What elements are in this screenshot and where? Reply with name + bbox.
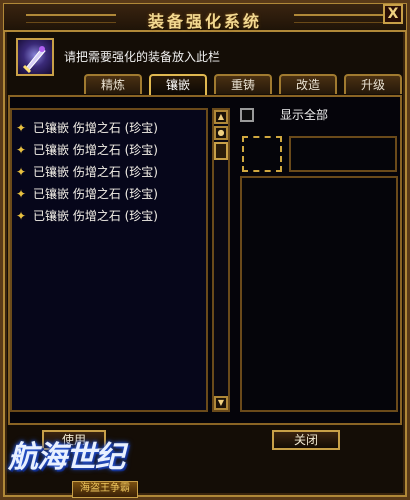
tab-upgrade[interactable]: 升级 xyxy=(344,74,402,94)
gem-name-field xyxy=(289,136,397,172)
list-item-label: 已镶嵌 伤增之石 (珍宝) xyxy=(33,121,158,135)
game-logo-subtitle: 海盗王争霸 xyxy=(72,481,138,498)
tab-refine[interactable]: 精炼 xyxy=(84,74,142,94)
list-item[interactable]: ✦ 已镶嵌 伤增之石 (珍宝) xyxy=(16,206,158,226)
tab-recast[interactable]: 重铸 xyxy=(214,74,272,94)
scroll-top-icon[interactable]: ● xyxy=(214,126,228,140)
gem-info-box xyxy=(240,176,398,412)
window-title: 装备强化系统 xyxy=(147,12,262,31)
close-button[interactable]: 关闭 xyxy=(272,430,340,450)
show-all-label: 显示全部 xyxy=(280,108,329,122)
title-bar[interactable]: 装备强化系统 xyxy=(4,4,406,32)
socket-list[interactable]: ✦ 已镶嵌 伤增之石 (珍宝) ✦ 已镶嵌 伤增之石 (珍宝) ✦ 已镶嵌 伤增之石 … xyxy=(10,108,208,412)
game-logo: 航海世纪 xyxy=(8,440,125,475)
scroll-down-icon[interactable]: ▼ xyxy=(214,396,228,410)
list-item-label: 已镶嵌 伤增之石 (珍宝) xyxy=(33,187,158,201)
equipment-slot[interactable] xyxy=(16,38,54,76)
list-item[interactable]: ✦ 已镶嵌 伤增之石 (珍宝) xyxy=(16,140,158,160)
tab-inlay[interactable]: 镶嵌 xyxy=(149,74,207,96)
list-item[interactable]: ✦ 已镶嵌 伤增之石 (珍宝) xyxy=(16,118,158,138)
gem-icon: ✦ xyxy=(16,187,27,201)
gem-sword-icon xyxy=(22,46,46,74)
gem-icon: ✦ xyxy=(16,143,27,157)
show-all-checkbox[interactable] xyxy=(240,108,254,122)
list-item-label: 已镶嵌 伤增之石 (珍宝) xyxy=(33,209,158,223)
list-item-label: 已镶嵌 伤增之石 (珍宝) xyxy=(33,143,158,157)
scroll-up-icon[interactable]: ▲ xyxy=(214,110,228,124)
gem-icon: ✦ xyxy=(16,165,27,179)
gem-icon: ✦ xyxy=(16,121,27,135)
equipment-prompt: 请把需要强化的装备放入此栏 xyxy=(64,50,221,64)
scroll-thumb[interactable] xyxy=(214,142,228,160)
list-item[interactable]: ✦ 已镶嵌 伤增之石 (珍宝) xyxy=(16,184,158,204)
gem-slot[interactable] xyxy=(242,136,282,172)
list-item[interactable]: ✦ 已镶嵌 伤增之石 (珍宝) xyxy=(16,162,158,182)
close-icon[interactable]: X xyxy=(383,4,403,24)
list-item-label: 已镶嵌 伤增之石 (珍宝) xyxy=(33,165,158,179)
gem-icon: ✦ xyxy=(16,209,27,223)
tab-modify[interactable]: 改造 xyxy=(279,74,337,94)
